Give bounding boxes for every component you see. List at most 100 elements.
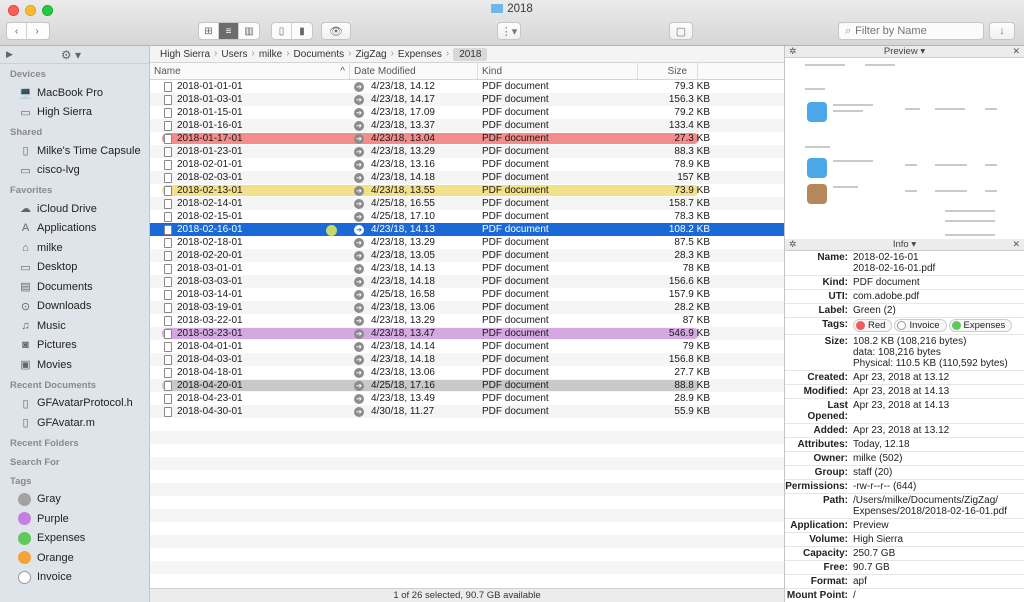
tag-chip[interactable]: Invoice <box>894 319 947 332</box>
go-arrow-icon[interactable]: ➔ <box>354 328 364 339</box>
go-arrow-icon[interactable]: ➔ <box>354 393 364 404</box>
go-arrow-icon[interactable]: ➔ <box>354 406 364 417</box>
go-arrow-icon[interactable]: ➔ <box>354 107 364 118</box>
go-arrow-icon[interactable]: ➔ <box>354 146 364 157</box>
file-row[interactable]: 2018-03-19-01 ➔ 4/23/18, 13.06 PDF document… <box>150 301 784 314</box>
breadcrumb-item[interactable]: Expenses <box>398 48 442 61</box>
sidebar-item[interactable]: ▯ GFAvatarProtocol.h <box>0 394 149 414</box>
sidebar-item[interactable]: Expenses <box>0 529 149 549</box>
sidebar-item[interactable]: 💻 MacBook Pro <box>0 83 149 103</box>
go-arrow-icon[interactable]: ➔ <box>354 250 364 261</box>
file-row[interactable]: 2018-03-01-01 ➔ 4/23/18, 14.13 PDF document… <box>150 262 784 275</box>
sidebar-item[interactable]: ▤ Documents <box>0 277 149 297</box>
split-view-button[interactable]: ▮ <box>292 23 312 39</box>
breadcrumb-item[interactable]: Documents <box>294 48 345 61</box>
sidebar-item[interactable]: ▣ Movies <box>0 355 149 375</box>
icon-view-button[interactable]: ⊞ <box>199 23 219 39</box>
sidebar-item[interactable]: Invoice <box>0 568 149 588</box>
go-arrow-icon[interactable]: ➔ <box>354 315 364 326</box>
file-row[interactable]: 2018-03-22-01 ➔ 4/23/18, 13.29 PDF document… <box>150 314 784 327</box>
file-row[interactable]: 2018-02-20-01 ➔ 4/23/18, 13.05 PDF document… <box>150 249 784 262</box>
go-arrow-icon[interactable]: ➔ <box>354 354 364 365</box>
file-row[interactable]: 2018-02-14-01 ➔ 4/25/18, 16.55 PDF document… <box>150 197 784 210</box>
column-size-header[interactable]: Size <box>638 63 698 79</box>
file-row[interactable]: 2018-03-23-01 ➔ 4/23/18, 13.47 PDF document… <box>150 327 784 340</box>
go-arrow-icon[interactable]: ➔ <box>354 211 364 222</box>
forward-button[interactable]: › <box>27 23 47 39</box>
download-button[interactable]: ↓ <box>989 22 1015 40</box>
sidebar-item[interactable]: ☁ iCloud Drive <box>0 199 149 219</box>
sidebar-item[interactable]: A Applications <box>0 219 149 239</box>
file-row[interactable]: 2018-03-14-01 ➔ 4/25/18, 16.58 PDF document… <box>150 288 784 301</box>
preview-header[interactable]: ✲ Preview ▾ ✕ <box>785 46 1024 58</box>
action-gear-icon[interactable]: ⚙︎ ▾ <box>61 48 81 62</box>
file-row[interactable]: 2018-01-17-01 ➔ 4/23/18, 13.04 PDF document… <box>150 132 784 145</box>
tag-chip[interactable]: Expenses <box>948 319 1013 332</box>
sidebar-item[interactable]: ▭ cisco-lvg <box>0 161 149 181</box>
file-row[interactable]: 2018-02-13-01 ➔ 4/23/18, 13.55 PDF document… <box>150 184 784 197</box>
close-icon[interactable]: ✕ <box>1012 239 1020 250</box>
sidebar-item[interactable]: ▭ High Sierra <box>0 103 149 123</box>
file-row[interactable]: 2018-01-16-01 ➔ 4/23/18, 13.37 PDF document… <box>150 119 784 132</box>
new-document-button[interactable]: ▢ <box>669 22 693 40</box>
go-arrow-icon[interactable]: ➔ <box>354 120 364 131</box>
sidebar-item[interactable]: ▯ Milke's Time Capsule <box>0 141 149 161</box>
column-view-button[interactable]: ▥ <box>239 23 259 39</box>
file-row[interactable]: 2018-02-15-01 ➔ 4/25/18, 17.10 PDF document… <box>150 210 784 223</box>
go-arrow-icon[interactable]: ➔ <box>354 263 364 274</box>
file-row[interactable]: 2018-02-16-01 ➔ 4/23/18, 14.13 PDF document… <box>150 223 784 236</box>
file-row[interactable]: 2018-04-18-01 ➔ 4/23/18, 13.06 PDF document… <box>150 366 784 379</box>
go-arrow-icon[interactable]: ➔ <box>354 341 364 352</box>
go-arrow-icon[interactable]: ➔ <box>354 289 364 300</box>
go-arrow-icon[interactable]: ➔ <box>354 94 364 105</box>
go-arrow-icon[interactable]: ➔ <box>354 159 364 170</box>
file-row[interactable]: 2018-02-03-01 ➔ 4/23/18, 14.18 PDF document… <box>150 171 784 184</box>
sidebar-item[interactable]: ♫ Music <box>0 316 149 336</box>
arrange-button[interactable]: ⋮▾ <box>497 22 521 40</box>
sidebar-item[interactable]: ▭ Desktop <box>0 258 149 278</box>
sidebar-item[interactable]: Purple <box>0 509 149 529</box>
sidebar-item[interactable]: ◙ Pictures <box>0 336 149 356</box>
go-arrow-icon[interactable]: ➔ <box>354 380 364 391</box>
sidebar-item[interactable]: Orange <box>0 548 149 568</box>
info-header[interactable]: ✲ Info ▾ ✕ <box>785 239 1024 251</box>
go-arrow-icon[interactable]: ➔ <box>354 172 364 183</box>
go-arrow-icon[interactable]: ➔ <box>354 81 364 92</box>
back-button[interactable]: ‹ <box>7 23 27 39</box>
sidebar-item[interactable]: ▯ GFAvatar.m <box>0 413 149 433</box>
go-arrow-icon[interactable]: ➔ <box>354 133 364 144</box>
go-arrow-icon[interactable]: ➔ <box>354 367 364 378</box>
file-row[interactable]: 2018-01-03-01 ➔ 4/23/18, 14.17 PDF document… <box>150 93 784 106</box>
breadcrumb-item[interactable]: High Sierra <box>160 48 210 61</box>
file-row[interactable]: 2018-01-01-01 ➔ 4/23/18, 14.12 PDF document… <box>150 80 784 93</box>
list-view-button[interactable]: ≡ <box>219 23 239 39</box>
column-name-header[interactable]: Name ^ <box>150 63 350 79</box>
go-arrow-icon[interactable]: ➔ <box>354 185 364 196</box>
cover-flow-button[interactable]: ▯ <box>272 23 292 39</box>
gear-icon[interactable]: ✲ <box>789 46 797 57</box>
file-row[interactable]: 2018-04-01-01 ➔ 4/23/18, 14.14 PDF document… <box>150 340 784 353</box>
sidebar-item[interactable]: ⊙ Downloads <box>0 297 149 317</box>
file-row[interactable]: 2018-01-15-01 ➔ 4/23/18, 17.09 PDF document… <box>150 106 784 119</box>
file-row[interactable]: 2018-04-30-01 ➔ 4/30/18, 11.27 PDF document… <box>150 405 784 418</box>
go-arrow-icon[interactable]: ➔ <box>354 198 364 209</box>
go-arrow-icon[interactable]: ➔ <box>354 237 364 248</box>
search-field[interactable]: ⌕ <box>838 22 984 40</box>
breadcrumb-item[interactable]: Users <box>221 48 247 61</box>
search-input[interactable] <box>855 25 976 37</box>
disclosure-triangle-icon[interactable]: ▶ <box>6 49 13 60</box>
file-row[interactable]: 2018-02-18-01 ➔ 4/23/18, 13.29 PDF document… <box>150 236 784 249</box>
breadcrumb-item[interactable]: ZigZag <box>355 48 386 61</box>
gear-icon[interactable]: ✲ <box>789 239 797 250</box>
file-row[interactable]: 2018-03-03-01 ➔ 4/23/18, 14.18 PDF document… <box>150 275 784 288</box>
go-arrow-icon[interactable]: ➔ <box>354 224 364 235</box>
sidebar-item[interactable]: Gray <box>0 490 149 510</box>
file-row[interactable]: 2018-04-23-01 ➔ 4/23/18, 13.49 PDF document… <box>150 392 784 405</box>
column-kind-header[interactable]: Kind <box>478 63 638 79</box>
go-arrow-icon[interactable]: ➔ <box>354 276 364 287</box>
sidebar-item[interactable]: ⌂ milke <box>0 238 149 258</box>
go-arrow-icon[interactable]: ➔ <box>354 302 364 313</box>
breadcrumb-item[interactable]: milke <box>259 48 282 61</box>
tag-chip[interactable]: Red <box>853 319 893 332</box>
file-row[interactable]: 2018-04-20-01 ➔ 4/25/18, 17.16 PDF document… <box>150 379 784 392</box>
